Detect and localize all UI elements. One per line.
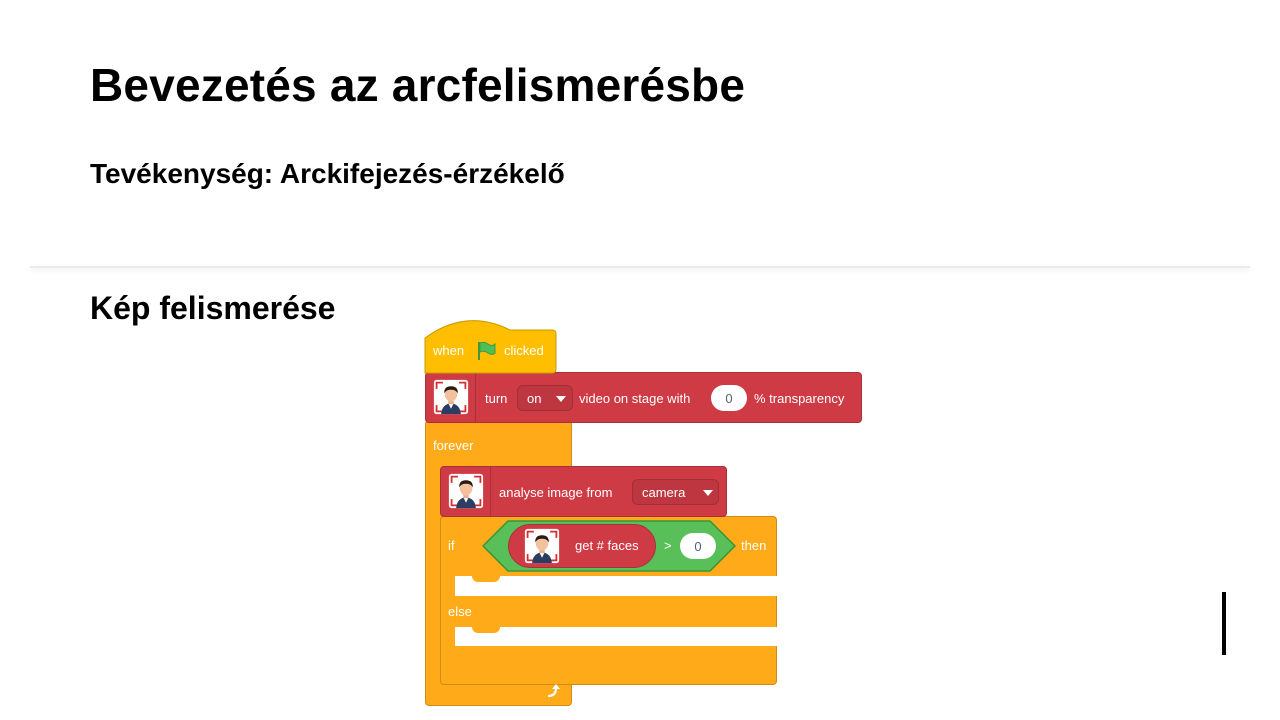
transparency-input[interactable]: 0: [711, 385, 747, 411]
section-heading: Kép felismerése: [90, 290, 336, 326]
else-label: else: [448, 604, 472, 619]
text-cursor: [1222, 592, 1226, 655]
loop-arrow-icon: [547, 684, 560, 698]
if-label: if: [448, 538, 455, 553]
image-source-value: camera: [642, 484, 686, 500]
when-label: when: [433, 343, 465, 358]
clicked-label: clicked: [504, 343, 544, 358]
video-state-dropdown[interactable]: on: [517, 385, 573, 411]
image-source-dropdown[interactable]: camera: [632, 479, 719, 505]
get-faces-label: get # faces: [575, 538, 639, 553]
green-flag-icon: [478, 341, 496, 360]
turn-label: turn: [485, 391, 508, 406]
else-slot-notch: [472, 627, 500, 633]
face-avatar-icon: [433, 379, 469, 415]
if-mouth: [455, 576, 777, 596]
analyse-icon-divider: [490, 466, 491, 517]
face-avatar-icon: [448, 473, 484, 509]
faces-threshold-input[interactable]: 0: [680, 533, 716, 559]
video-middle-label: video on stage with: [579, 391, 691, 406]
video-state-value: on: [527, 390, 542, 406]
then-label: then: [741, 538, 767, 553]
slide-title: Bevezetés az arcfelismerésbe: [90, 59, 746, 111]
forever-label: forever: [433, 438, 474, 453]
face-avatar-icon: [524, 528, 560, 564]
analyse-image-label: analyse image from: [499, 485, 613, 500]
header-divider: [30, 266, 1250, 268]
else-mouth: [455, 627, 777, 646]
transparency-suffix-label: % transparency: [754, 391, 845, 406]
chevron-down-icon: [556, 396, 566, 402]
if-slot-notch: [472, 576, 500, 582]
video-icon-divider: [475, 372, 476, 423]
greater-than-label: >: [664, 538, 672, 553]
chevron-down-icon: [703, 490, 713, 496]
slide-subtitle: Tevékenység: Arckifejezés-érzékelő: [90, 158, 565, 189]
